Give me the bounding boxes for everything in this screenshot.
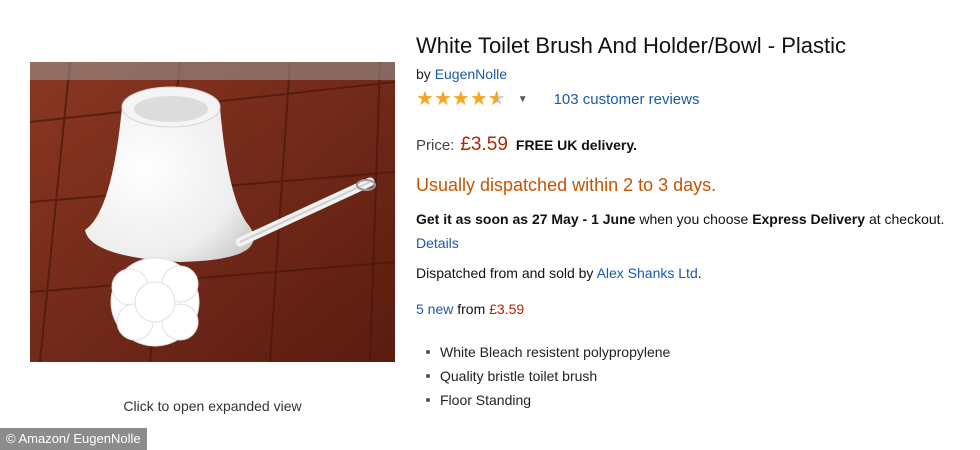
seller-end: . [697, 265, 702, 281]
delivery-middle: when you choose [639, 211, 749, 227]
image-credit: © Amazon/ EugenNolle [0, 428, 147, 450]
seller-link[interactable]: Alex Shanks Ltd [597, 265, 698, 281]
star-full-icon: ★ [469, 88, 488, 110]
offers-price: £3.59 [489, 301, 525, 317]
product-image[interactable] [30, 62, 395, 362]
delivery-estimate: Get it as soon as 27 May - 1 June when y… [416, 207, 966, 255]
price-value: £3.59 [460, 134, 508, 155]
bullet-text: Quality bristle toilet brush [440, 368, 598, 384]
reviews-link[interactable]: 103 customer reviews [554, 91, 700, 108]
star-full-icon: ★ [451, 88, 470, 110]
chevron-down-icon[interactable]: ▼ [518, 94, 528, 105]
list-item: Floor Standing [416, 388, 670, 412]
price-row: Price: £3.59 FREE UK delivery. [416, 134, 637, 156]
byline: by EugenNolle [416, 66, 507, 82]
delivery-dates: 27 May - 1 June [531, 211, 636, 227]
byline-prefix: by [416, 66, 431, 82]
bullet-dot-icon [426, 398, 430, 402]
delivery-method: Express Delivery [752, 211, 866, 227]
product-title: White Toilet Brush And Holder/Bowl - Pla… [416, 33, 846, 58]
expand-view-caption[interactable]: Click to open expanded view [30, 398, 395, 414]
brand-link[interactable]: EugenNolle [435, 66, 507, 82]
feature-bullets: White Bleach resistent polypropylene Qua… [416, 340, 670, 412]
offers-info: 5 new from £3.59 [416, 301, 524, 317]
star-half-icon: ★ [488, 89, 506, 109]
new-offers-link[interactable]: 5 new [416, 301, 453, 317]
availability-message: Usually dispatched within 2 to 3 days. [416, 175, 717, 195]
bullet-dot-icon [426, 350, 430, 354]
rating-row: ★ ★ ★ ★ ★ ▼ 103 customer reviews [416, 88, 700, 110]
bullet-dot-icon [426, 374, 430, 378]
price-label: Price: [416, 137, 455, 154]
free-delivery-note: FREE UK delivery. [515, 137, 638, 153]
list-item: White Bleach resistent polypropylene [416, 340, 670, 364]
seller-text: Dispatched from and sold by [416, 265, 594, 281]
offers-from-text: from [457, 301, 486, 317]
delivery-prefix: Get it as soon as [416, 211, 529, 227]
list-item: Quality bristle toilet brush [416, 364, 670, 388]
delivery-suffix: at checkout. [868, 211, 945, 227]
star-full-icon: ★ [416, 88, 434, 110]
bullet-text: White Bleach resistent polypropylene [440, 344, 671, 360]
star-full-icon: ★ [433, 88, 452, 110]
seller-info: Dispatched from and sold by Alex Shanks … [416, 265, 702, 281]
toilet-brush-photo [30, 62, 395, 362]
delivery-details-link[interactable]: Details [416, 235, 459, 251]
bullet-text: Floor Standing [440, 392, 532, 408]
star-rating[interactable]: ★ ★ ★ ★ ★ [416, 89, 506, 109]
